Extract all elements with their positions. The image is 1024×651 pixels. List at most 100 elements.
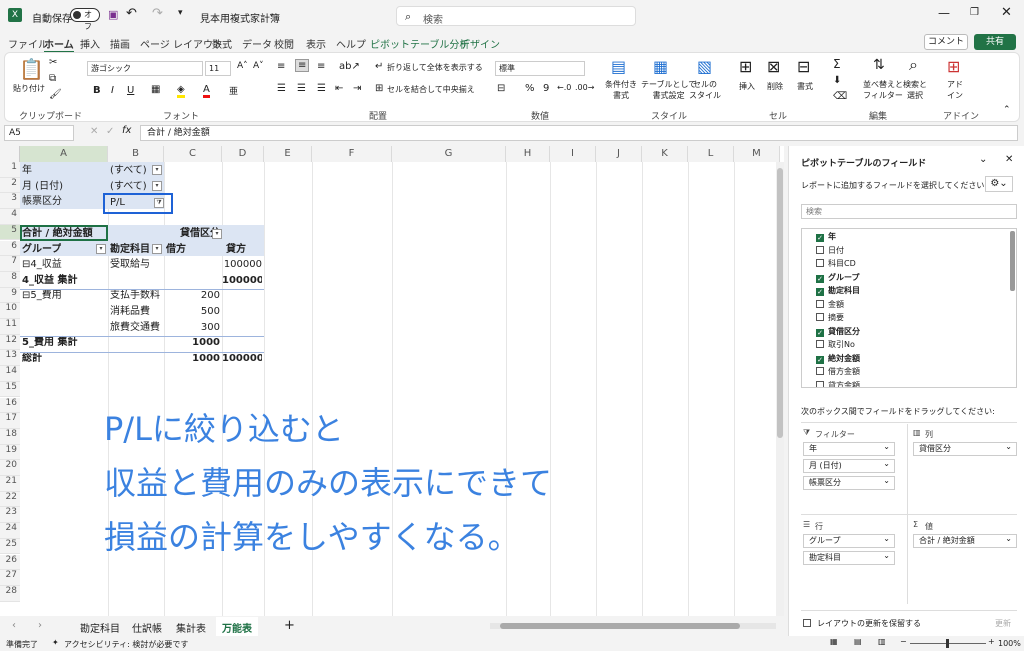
font-size-select[interactable]: 11 <box>205 61 231 76</box>
name-box[interactable]: A5 <box>4 125 74 141</box>
column-header[interactable]: F <box>312 146 392 162</box>
filter-area-item[interactable]: 月 (日付) <box>803 458 895 473</box>
comma-style-icon[interactable]: 9 <box>543 83 549 94</box>
tab-formulas[interactable]: 数式 <box>212 36 232 51</box>
wrap-text-button[interactable]: 折り返して全体を表示する <box>387 62 483 73</box>
row-area-item[interactable]: 勘定科目 <box>803 550 895 565</box>
tab-draw[interactable]: 描画 <box>110 36 130 51</box>
redo-icon[interactable]: ↷ <box>152 6 163 21</box>
enter-formula-icon[interactable]: ✓ <box>106 126 114 137</box>
row-header[interactable]: 22 <box>0 491 20 508</box>
next-sheet-icon[interactable]: › <box>38 620 42 631</box>
field-item[interactable]: 科目CD <box>816 258 856 270</box>
tab-data[interactable]: データ <box>242 36 272 51</box>
column-header[interactable]: H <box>506 146 550 162</box>
row-header[interactable]: 13 <box>0 350 20 367</box>
sheet-tab[interactable]: 勘定科目 <box>80 620 120 635</box>
field-checkbox[interactable]: ✓ <box>816 234 824 242</box>
pane-settings-button[interactable]: ⚙⌄ <box>985 176 1013 192</box>
prev-sheet-icon[interactable]: ‹ <box>12 620 16 631</box>
field-item[interactable]: 取引No <box>816 339 855 351</box>
align-bottom-icon[interactable]: ≡ <box>317 61 325 72</box>
row-header[interactable]: 12 <box>0 334 20 351</box>
copy-icon[interactable]: ⧉ <box>49 73 56 84</box>
row-header[interactable]: 23 <box>0 507 20 524</box>
field-checkbox[interactable]: ✓ <box>816 355 824 364</box>
filter-active-icon[interactable]: ⧩ <box>154 198 164 208</box>
row-header[interactable]: 1 <box>0 162 20 178</box>
fill-icon[interactable]: ⬇ <box>833 75 841 86</box>
row-header[interactable]: 16 <box>0 397 20 414</box>
field-checkbox[interactable]: ✓ <box>816 274 824 283</box>
accessibility-status[interactable]: アクセシビリティ: 検討が必要です <box>64 639 188 650</box>
conditional-format-button[interactable]: 条件付き 書式 <box>605 79 637 101</box>
field-item[interactable]: 日付 <box>816 245 844 257</box>
filter-dropdown-icon[interactable]: ▾ <box>152 165 162 175</box>
paste-button[interactable]: 貼り付け <box>13 83 45 94</box>
orientation-icon[interactable]: ab↗ <box>339 61 360 72</box>
row-header[interactable]: 9 <box>0 287 20 304</box>
find-select-button[interactable]: 検索と 選択 <box>903 79 927 101</box>
row-header[interactable]: 4 <box>0 209 20 225</box>
row-header[interactable]: 6 <box>0 240 20 257</box>
close-icon[interactable]: ✕ <box>1001 5 1012 20</box>
font-grow-icon[interactable]: A˄ <box>237 61 248 71</box>
row-header[interactable]: 14 <box>0 366 20 382</box>
find-select-icon[interactable]: ⌕ <box>909 55 918 75</box>
number-format-select[interactable]: 標準 <box>495 61 585 76</box>
row-header[interactable]: 2 <box>0 177 20 194</box>
field-checkbox[interactable] <box>816 380 824 387</box>
tab-home[interactable]: ホーム <box>44 36 74 53</box>
field-checkbox[interactable]: ✓ <box>816 288 824 296</box>
format-cells-icon[interactable]: ⊟ <box>797 57 810 76</box>
undo-icon[interactable]: ↶ <box>126 6 137 21</box>
format-as-table-icon[interactable]: ▦ <box>653 57 668 76</box>
merge-center-icon[interactable]: ⊞ <box>375 83 383 94</box>
ribbon-collapse-icon[interactable]: ⌃ <box>1003 105 1011 115</box>
sheet-tab[interactable]: 仕訳帳 <box>132 620 162 635</box>
addins-button[interactable]: アド イン <box>947 79 963 101</box>
column-header[interactable]: J <box>596 146 642 162</box>
field-checkbox[interactable] <box>816 340 824 348</box>
defer-update-checkbox[interactable] <box>803 618 815 629</box>
increase-decimal-icon[interactable]: ←.0 <box>557 83 571 92</box>
file-name-chevron-icon[interactable]: ⌄ <box>268 9 276 19</box>
row-header[interactable]: 3 <box>0 193 20 210</box>
column-field-dropdown-icon[interactable]: ▾ <box>212 229 222 239</box>
field-item[interactable]: 貸方金額 <box>816 380 860 387</box>
group-dropdown-icon[interactable]: ▾ <box>96 244 106 254</box>
row-header[interactable]: 5 <box>0 224 20 241</box>
conditional-format-icon[interactable]: ▤ <box>611 57 626 76</box>
delete-cells-icon[interactable]: ⊠ <box>767 57 780 76</box>
field-item[interactable]: ✓ 貸借区分 <box>816 326 860 338</box>
sort-filter-button[interactable]: 並べ替えと フィルター <box>863 79 903 101</box>
align-right-icon[interactable]: ☰ <box>317 83 326 94</box>
comment-button[interactable]: コメント <box>924 34 968 50</box>
row-header[interactable]: 10 <box>0 303 20 319</box>
field-item[interactable]: 金額 <box>816 299 844 311</box>
field-item[interactable]: ✓ 年 <box>816 231 836 243</box>
italic-icon[interactable]: I <box>111 85 114 96</box>
minimize-icon[interactable]: — <box>938 6 950 20</box>
percent-icon[interactable]: % <box>525 83 535 94</box>
align-left-icon[interactable]: ☰ <box>277 83 286 94</box>
filter-dropdown-icon[interactable]: ▾ <box>152 181 162 191</box>
align-top-icon[interactable]: ≡ <box>277 61 285 72</box>
cancel-formula-icon[interactable]: ✕ <box>90 126 98 137</box>
tab-insert[interactable]: 挿入 <box>80 36 100 51</box>
column-header[interactable]: K <box>642 146 688 162</box>
filter-area-item[interactable]: 帳票区分 <box>803 475 895 490</box>
search-box[interactable]: ⌕ 検索 <box>396 6 636 26</box>
row-header[interactable]: 28 <box>0 585 20 602</box>
sort-filter-icon[interactable]: ⇅ <box>873 57 885 73</box>
column-header[interactable]: A <box>20 146 108 162</box>
delete-cells-button[interactable]: 削除 <box>767 81 783 92</box>
field-item[interactable]: 摘要 <box>816 312 844 324</box>
font-shrink-icon[interactable]: A˅ <box>253 61 264 71</box>
autosum-icon[interactable]: Σ <box>833 57 841 71</box>
save-icon[interactable]: ▣ <box>108 8 118 21</box>
filter-area-item[interactable]: 年 <box>803 441 895 456</box>
pane-close-icon[interactable]: ✕ <box>1005 154 1013 165</box>
border-icon[interactable]: ▦ <box>151 84 160 95</box>
row-header[interactable]: 26 <box>0 554 20 571</box>
